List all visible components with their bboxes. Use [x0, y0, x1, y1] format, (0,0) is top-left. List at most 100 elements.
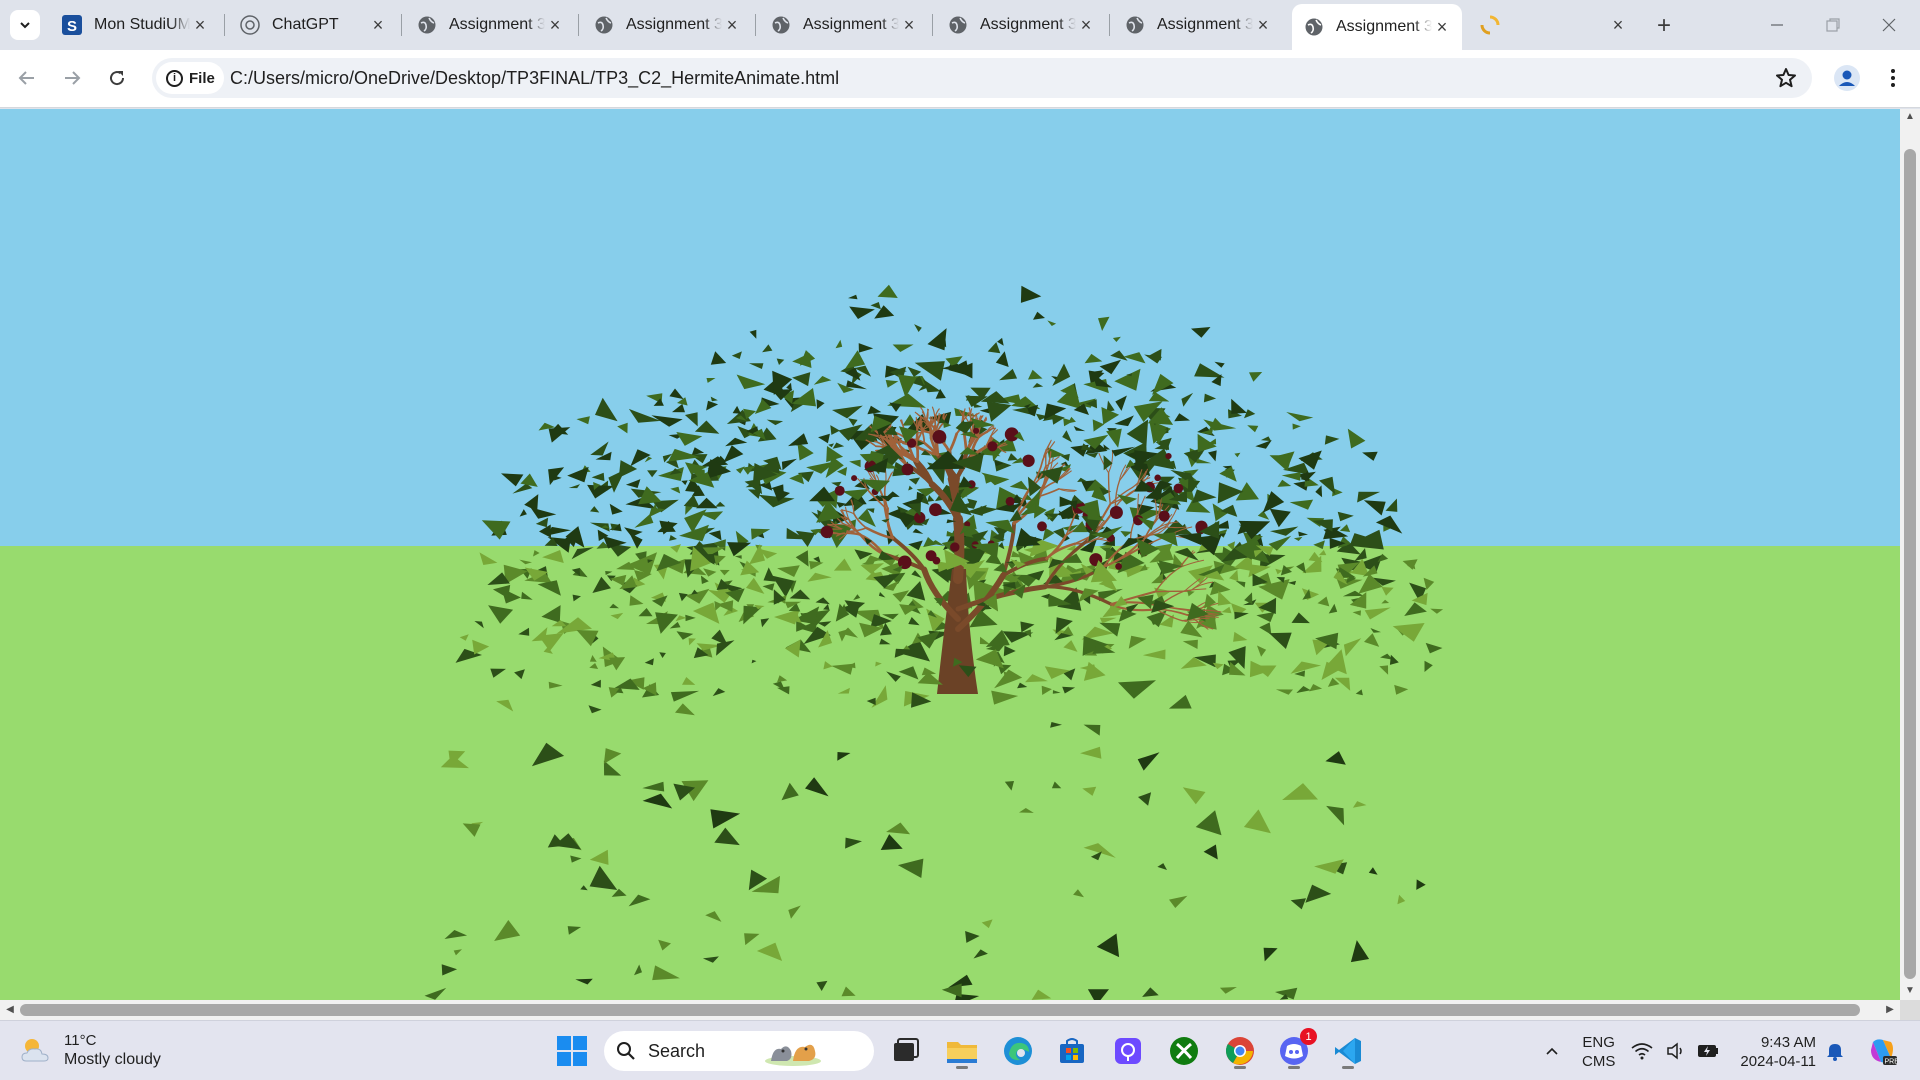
tab-mon-studium[interactable]: S Mon StudiUM × [50, 8, 220, 42]
close-icon[interactable]: × [190, 15, 210, 35]
bookmark-star-icon[interactable] [1774, 66, 1798, 90]
back-button[interactable] [10, 61, 44, 95]
close-icon[interactable]: × [722, 15, 742, 35]
tab-title: Assignment 3 [803, 16, 899, 34]
fruit [929, 503, 942, 517]
tab-separator [224, 14, 225, 36]
copilot-button[interactable]: PRE [1862, 1031, 1902, 1071]
tab-assignment[interactable]: Assignment 3 × [1113, 8, 1283, 42]
close-icon[interactable]: × [368, 15, 388, 35]
globe-icon [417, 15, 437, 35]
tree-scene[interactable] [0, 109, 1900, 1000]
close-icon[interactable]: × [1608, 15, 1628, 35]
volume-status[interactable] [1664, 1031, 1688, 1071]
plus-icon: + [1656, 12, 1671, 39]
battery-status[interactable] [1696, 1031, 1720, 1071]
globe-icon [594, 15, 614, 35]
chrome-icon [1225, 1037, 1254, 1065]
arrow-left-icon [18, 71, 34, 85]
new-tab-button[interactable]: + [1650, 12, 1678, 40]
tab-title: Assignment 3 [1157, 16, 1253, 34]
tab-search-button[interactable] [10, 10, 40, 40]
tab-assignment[interactable]: Assignment 3 × [405, 8, 575, 42]
minimize-button[interactable] [1754, 8, 1800, 42]
vertical-scroll-thumb[interactable] [1904, 149, 1916, 979]
webgl-canvas[interactable] [0, 109, 1900, 1000]
proton-pass-button[interactable] [1108, 1031, 1148, 1071]
discord-button[interactable]: 1 [1274, 1028, 1317, 1071]
notifications-button[interactable] [1822, 1031, 1848, 1071]
edge-button[interactable] [998, 1031, 1038, 1071]
reload-button[interactable] [100, 61, 134, 95]
tab-assignment[interactable]: Assignment 3 × [582, 8, 752, 42]
vscode-icon [1335, 1038, 1361, 1064]
scroll-left-icon[interactable]: ◀ [4, 1004, 16, 1016]
forward-button[interactable] [55, 61, 89, 95]
weather-widget[interactable]: 11°C Mostly cloudy [20, 1031, 161, 1069]
close-icon[interactable]: × [899, 15, 919, 35]
proton-pass-icon [1115, 1038, 1141, 1064]
tab-separator [755, 14, 756, 36]
wifi-status[interactable] [1630, 1031, 1654, 1071]
start-button[interactable] [552, 1031, 592, 1071]
info-icon: i [166, 69, 183, 87]
show-hidden-icons-button[interactable] [1532, 1031, 1572, 1071]
horizontal-scrollbar[interactable]: ◀ ▶ [0, 1000, 1900, 1020]
site-info-chip[interactable]: i File [156, 62, 224, 94]
partly-cloudy-icon [21, 1039, 49, 1062]
xbox-button[interactable] [1164, 1031, 1204, 1071]
tab-assignment[interactable]: Assignment 3 × [936, 8, 1106, 42]
studium-s-icon: S [62, 15, 82, 35]
tab-chatgpt[interactable]: ChatGPT × [228, 8, 398, 42]
notification-badge: 1 [1300, 1028, 1317, 1045]
scroll-right-icon[interactable]: ▶ [1884, 1004, 1896, 1016]
tab-separator [1109, 14, 1110, 36]
browser-menu-button[interactable] [1876, 61, 1910, 95]
file-explorer-button[interactable] [942, 1031, 982, 1071]
fruit [851, 475, 858, 482]
horizontal-scroll-thumb[interactable] [20, 1004, 1860, 1016]
running-indicator [1288, 1066, 1300, 1069]
tab-separator [932, 14, 933, 36]
vertical-scrollbar[interactable]: ▲ ▼ [1900, 109, 1920, 1000]
fruit [1022, 454, 1035, 467]
weather-description: Mostly cloudy [64, 1051, 161, 1068]
close-icon[interactable]: × [1076, 15, 1096, 35]
close-icon[interactable]: × [1432, 17, 1452, 37]
task-view-icon [894, 1038, 919, 1061]
edge-icon [1004, 1037, 1032, 1065]
vscode-button[interactable] [1328, 1031, 1368, 1071]
profile-button[interactable] [1830, 61, 1864, 95]
fruit [1165, 453, 1172, 460]
chrome-button[interactable] [1220, 1031, 1260, 1071]
url-text[interactable]: C:/Users/micro/OneDrive/Desktop/TP3FINAL… [230, 68, 839, 89]
taskbar-search-box[interactable]: Search [604, 1031, 874, 1071]
wifi-icon [1631, 1043, 1653, 1060]
close-window-button[interactable] [1866, 8, 1912, 42]
reload-icon [110, 71, 125, 86]
clock-date: 2024-04-11 [1740, 1053, 1816, 1070]
more-vertical-icon [1891, 69, 1895, 87]
tab-assignment[interactable]: Assignment 3 × [759, 8, 929, 42]
input-language-indicator[interactable]: ENG CMS [1582, 1033, 1615, 1071]
fruit [932, 430, 947, 444]
clock[interactable]: 9:43 AM 2024-04-11 [1734, 1033, 1816, 1071]
tab-loading[interactable]: × [1468, 8, 1638, 42]
close-icon[interactable]: × [1253, 15, 1273, 35]
tab-title: Mon StudiUM [94, 16, 190, 34]
restore-button[interactable] [1810, 8, 1856, 42]
windows-taskbar: 11°C Mostly cloudy Search 1 ENG CMS 9:43… [0, 1020, 1920, 1080]
address-bar[interactable]: i File C:/Users/micro/OneDrive/Desktop/T… [152, 58, 1812, 98]
scroll-up-icon[interactable]: ▲ [1904, 111, 1916, 123]
close-icon[interactable]: × [545, 15, 565, 35]
running-indicator [1234, 1066, 1246, 1069]
minimize-icon [1771, 24, 1783, 26]
tab-title: Assignment 3 [1336, 18, 1432, 36]
fruit [1115, 563, 1122, 570]
tab-strip: S Mon StudiUM × ChatGPT × Assignment 3 ×… [0, 0, 1920, 50]
store-button[interactable] [1052, 1031, 1092, 1071]
task-view-button[interactable] [886, 1031, 926, 1071]
scroll-down-icon[interactable]: ▼ [1904, 985, 1916, 997]
tab-assignment-active[interactable]: Assignment 3 × [1292, 4, 1462, 50]
fruit [820, 525, 833, 539]
